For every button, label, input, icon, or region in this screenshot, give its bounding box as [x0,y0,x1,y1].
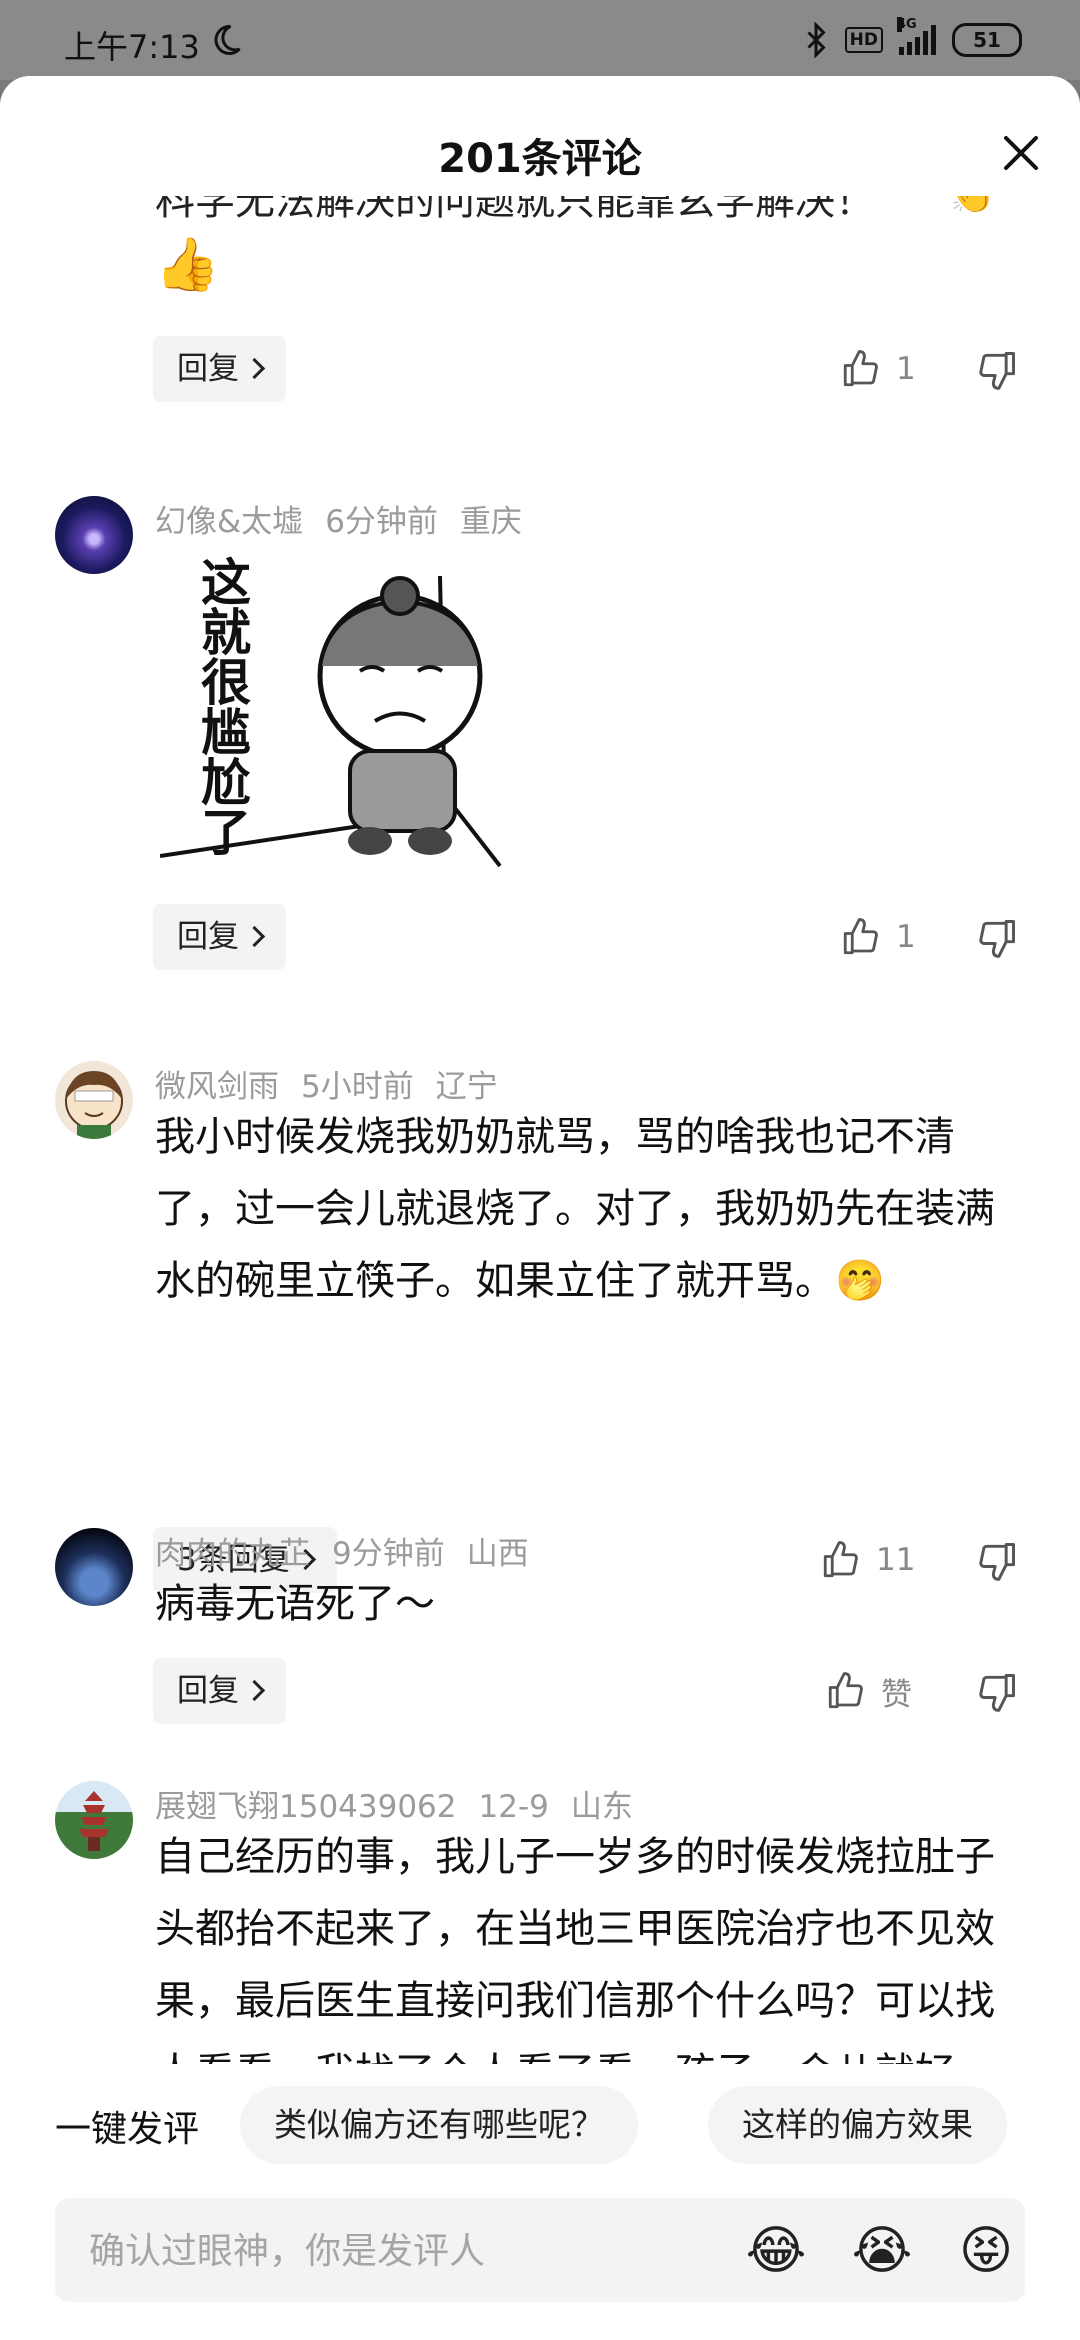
pagoda-avatar-illustration [79,1791,109,1851]
signal-icon: 4G [897,17,936,55]
comment-meta: 展翅飞翔150439062 12-9 山东 [155,1781,655,1826]
chevron-right-icon [243,1679,266,1702]
reply-label: 回复 [177,351,239,387]
close-icon[interactable] [996,128,1046,178]
thumbs-up-icon [828,1672,863,1709]
thumbs-down-icon[interactable] [975,916,1019,960]
username[interactable]: 幻像&太墟 [155,504,303,540]
thumbs-up-emoji: 👍 [155,235,220,295]
chevron-right-icon [243,357,266,380]
comment-meta: 肉肉的丸芷 9分钟前 山西 [155,1528,551,1573]
like-count: 1 [896,351,916,387]
status-icons: HD 4G 51 [803,17,1022,60]
comment-text-partial: 科学无法解决的问题就只能靠玄学解决！ [155,196,875,224]
avatar[interactable] [55,1061,133,1139]
comment-meta: 幻像&太墟 6分钟前 重庆 [155,496,544,541]
reply-button[interactable]: 回复 [153,1658,286,1724]
username[interactable]: 肉肉的丸芷 [155,1536,310,1572]
meme-image[interactable]: 这就很尴尬了 [160,556,610,876]
comment-meta: 微风剑雨 5小时前 辽宁 [155,1061,520,1106]
comment-location: 山西 [466,1536,529,1572]
laughing-emoji-button[interactable]: 😂 [745,2220,807,2282]
avatar[interactable] [55,1781,133,1859]
comment-text: 病毒无语死了～ [155,1581,435,1627]
status-bar: 上午7:13 HD 4G 51 [0,0,1080,80]
username[interactable]: 微风剑雨 [155,1069,279,1105]
tongue-emoji-button[interactable]: 😝 [955,2220,1017,2282]
status-time: 上午7:13 [64,28,200,66]
crying-emoji-button[interactable]: 😭 [851,2220,913,2282]
reply-label: 回复 [177,1673,239,1709]
network-label: 4G [897,17,917,32]
comment-location: 辽宁 [435,1069,498,1105]
quick-reply-chip[interactable]: 这样的偏方效果 [708,2086,1007,2164]
quick-reply-bar: 一键发评 类似偏方还有哪些呢？ 这样的偏方效果 [0,2064,1080,2174]
comment-location: 重庆 [459,504,522,540]
thumbs-down-icon[interactable] [975,1670,1019,1714]
chevron-right-icon [243,925,266,948]
like-button[interactable]: 1 [840,904,916,970]
like-button[interactable]: 赞 [825,1658,912,1724]
battery-icon: 51 [952,23,1022,57]
sheet-header: 201条评论 [0,76,1080,196]
avatar[interactable] [55,496,133,574]
like-label: 赞 [881,1676,912,1713]
username[interactable]: 展翅飞翔150439062 [155,1789,457,1825]
comment-time: 5小时前 [301,1069,414,1105]
thumbs-up-icon [843,918,878,955]
comment-input-bar: 😂 😭 😝 [55,2198,1025,2304]
moon-icon [214,24,241,55]
reply-label: 回复 [177,919,239,955]
bluetooth-icon [807,22,826,58]
comment-time: 6分钟前 [325,504,438,540]
avatar[interactable] [55,1528,133,1606]
clap-emoji: 👏 [950,196,995,216]
comment-list[interactable]: 科学无法解决的问题就只能靠玄学解决！ 👏 👍 回复 1 幻像&太墟6分钟前重庆 … [0,196,1080,2160]
quick-reply-chip[interactable]: 类似偏方还有哪些呢？ [240,2086,638,2164]
comment-time: 9分钟前 [332,1536,445,1572]
thumbs-down-icon[interactable] [975,348,1019,392]
thumbs-up-icon [843,350,878,387]
comment-time: 12-9 [478,1789,549,1825]
reply-button[interactable]: 回复 [153,336,286,402]
comment-text: 我小时候发烧我奶奶就骂，骂的啥我也记不清了，过一会儿就退烧了。对了，我奶奶先在装… [155,1114,995,1304]
like-count: 1 [896,919,916,955]
hd-badge: HD [844,27,883,53]
cartoon-avatar-illustration [65,1071,123,1139]
like-button[interactable]: 1 [840,336,916,402]
meme-character-illustration [160,575,502,868]
comment-input[interactable] [87,2198,691,2304]
reply-button[interactable]: 回复 [153,904,286,970]
comments-count-title: 201条评论 [438,136,642,182]
battery-level: 51 [973,28,1001,52]
comments-sheet: 201条评论 科学无法解决的问题就只能靠玄学解决！ 👏 👍 回复 1 幻像&太墟… [0,76,1080,2340]
comment-location: 山东 [570,1789,633,1825]
quick-reply-label: 一键发评 [55,2109,200,2150]
